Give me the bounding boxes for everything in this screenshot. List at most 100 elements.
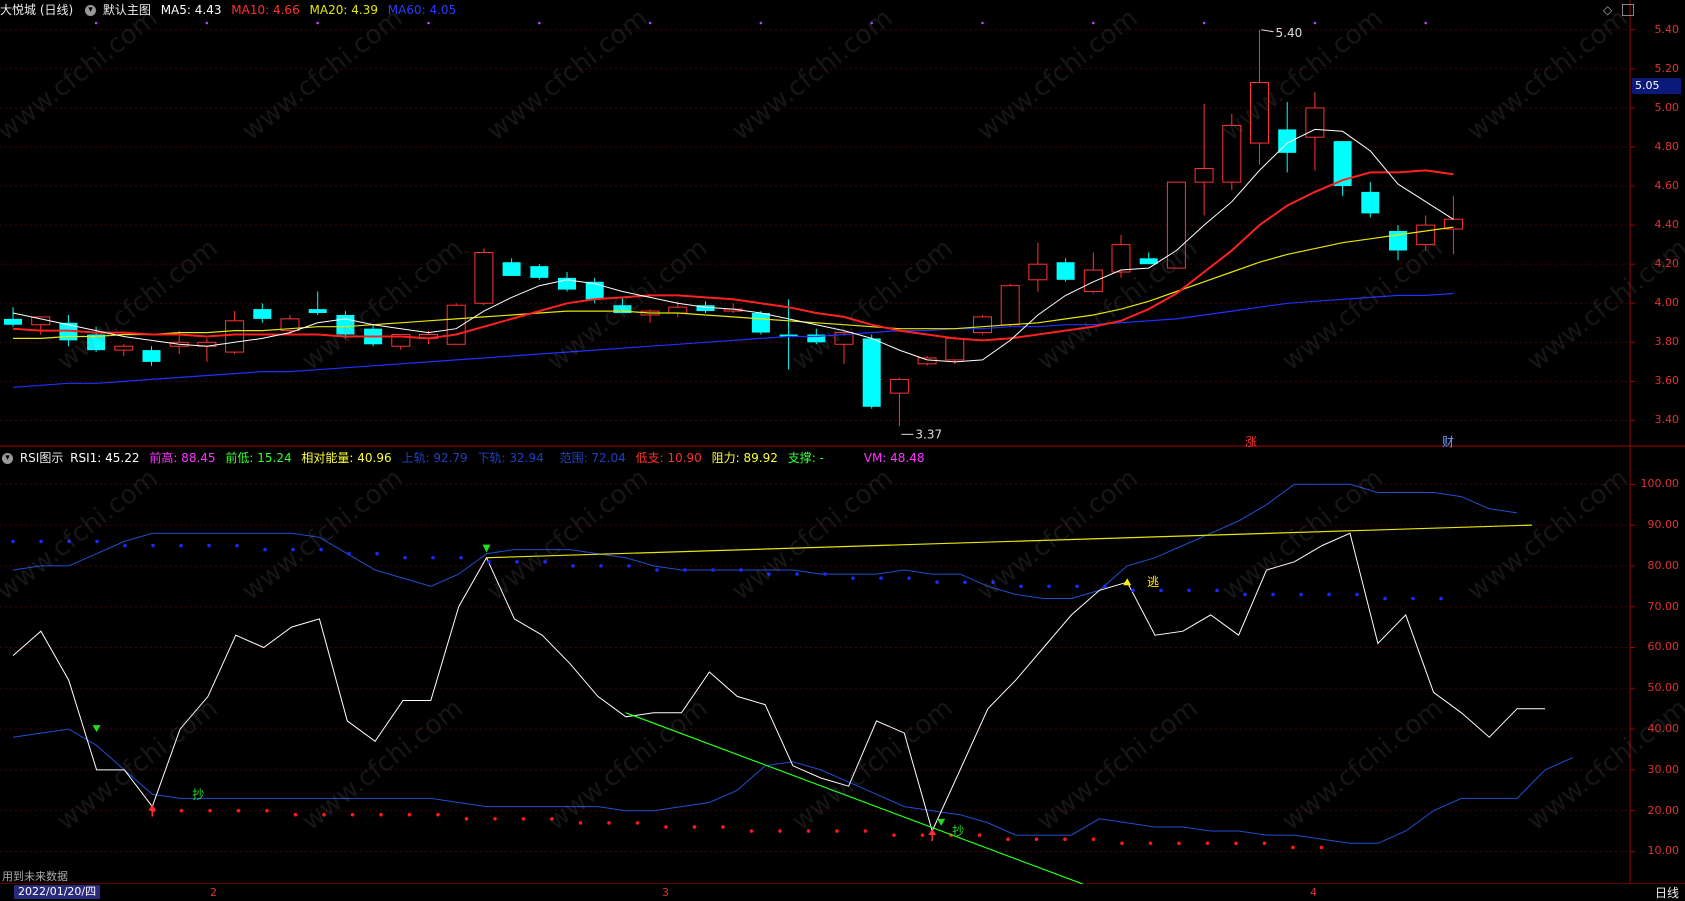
upper-dot [963, 580, 967, 585]
candle-body [1056, 262, 1075, 280]
lower-dot [1063, 837, 1067, 842]
upper-dot [1299, 592, 1303, 597]
upper-dot [1271, 592, 1275, 597]
lower-dot [692, 825, 697, 829]
y-tick-label: 4.00 [1654, 296, 1680, 310]
scroll-icon[interactable] [1622, 4, 1634, 16]
candle-body [1028, 263, 1048, 281]
upper-dot [1327, 592, 1331, 597]
candle-body [945, 337, 965, 361]
rsi-y-tick-label: 70.00 [1647, 599, 1680, 613]
upper-dot [95, 539, 99, 544]
candle-body [1166, 181, 1186, 269]
top-marker-dot [94, 21, 98, 25]
upper-band-value: 上轨: 92.79 [401, 451, 468, 465]
lower-dot [1006, 837, 1010, 842]
upper-dot [1243, 592, 1247, 597]
rsi-y-tick-label: 90.00 [1647, 518, 1680, 532]
lower-dot [863, 829, 868, 833]
x-tick-3: 3 [662, 886, 669, 899]
rsi-panel-name[interactable]: RSI图示 [20, 451, 64, 465]
top-marker-dot [316, 21, 320, 25]
rsi-y-tick-label: 60.00 [1647, 640, 1680, 654]
y-tick-label: 3.80 [1654, 335, 1680, 349]
candle-body [253, 309, 272, 319]
y-tick-label: 3.60 [1654, 374, 1680, 388]
main-panel-name[interactable]: 默认主图 [103, 3, 151, 17]
lower-dot [778, 829, 782, 833]
resistance-value: 阻力: 89.92 [711, 451, 778, 465]
candle-body [474, 251, 494, 304]
lower-band-value: 下轨: 32.94 [477, 451, 544, 465]
ma60-label: MA60: 4.05 [387, 3, 457, 17]
upper-dot [627, 564, 631, 568]
x-tick-4: 4 [1310, 886, 1317, 899]
y-tick-label: 5.00 [1654, 100, 1680, 114]
top-marker-dot [1092, 21, 1095, 25]
upper-dot [1411, 596, 1415, 601]
rsi-y-tick-label: 50.00 [1647, 681, 1680, 695]
candle-body [1194, 167, 1214, 183]
upper-dot [207, 543, 211, 548]
buy-arrow-2-head [928, 829, 937, 836]
rsi-lower-band [12, 728, 1574, 844]
candle-body [668, 306, 688, 314]
lower-dot [265, 808, 269, 813]
top-marker-dot [981, 21, 984, 25]
lower-dot [920, 833, 925, 837]
top-marker-dot [1313, 21, 1317, 25]
upper-dot [851, 576, 855, 580]
chao-label: 抄 [952, 824, 964, 838]
upper-dot [1131, 588, 1135, 593]
lower-dot [464, 817, 469, 821]
lower-dot [806, 829, 811, 833]
support-trendline [625, 712, 1084, 885]
relative-energy: 相对能量: 40.96 [301, 451, 392, 465]
lower-dot [379, 812, 383, 817]
lower-dot [1120, 841, 1124, 846]
candle-body [1361, 191, 1380, 214]
green-down-marker [92, 725, 101, 733]
upper-dot [599, 564, 603, 568]
y-tick-label: 4.80 [1654, 139, 1680, 153]
lower-dot [236, 808, 241, 813]
low-price-label: 3.37 [915, 427, 942, 441]
period-label[interactable]: 日线 [1655, 884, 1679, 901]
prev-low: 前低: 15.24 [225, 451, 292, 465]
upper-dot [263, 547, 267, 552]
rsi1-value: RSI1: 45.22 [70, 451, 140, 465]
prev-high: 前高: 88.45 [149, 451, 216, 465]
panel-menu-icon[interactable]: ▾ [85, 5, 97, 16]
lower-dot [179, 808, 184, 813]
lower-dot [1262, 841, 1267, 846]
y-tick-label: 4.20 [1654, 257, 1680, 271]
upper-dot [1047, 584, 1051, 589]
ma20-label: MA20: 4.39 [309, 3, 378, 17]
top-marker-dot [538, 21, 541, 25]
lower-dot [436, 812, 440, 817]
y-tick-label: 5.40 [1654, 22, 1680, 36]
upper-dot [431, 555, 435, 560]
upper-dot [1439, 596, 1443, 601]
upper-dot [123, 543, 127, 548]
lower-dot [1234, 841, 1238, 846]
candle-body [31, 316, 51, 326]
chao-label: 抄 [192, 787, 204, 801]
rsi-menu-icon[interactable]: ▾ [2, 453, 13, 464]
upper-dot [879, 576, 883, 580]
candle-body [917, 357, 937, 365]
vm-value: VM: 48.48 [863, 451, 925, 465]
lower-dot [664, 825, 668, 829]
range-value: 范围: 72.04 [559, 451, 626, 465]
lower-dot [322, 812, 326, 817]
upper-dot [235, 543, 239, 548]
lower-dot [607, 821, 611, 825]
buy-arrow-1-head [148, 804, 157, 811]
upper-dot [179, 543, 183, 548]
y-tick-label: 5.20 [1654, 61, 1680, 75]
green-down-marker [937, 818, 946, 826]
green-down-marker [482, 544, 491, 553]
rsi-y-tick-label: 20.00 [1647, 803, 1680, 817]
lower-dot [1148, 841, 1153, 846]
diamond-icon[interactable]: ◇ [1603, 3, 1612, 17]
